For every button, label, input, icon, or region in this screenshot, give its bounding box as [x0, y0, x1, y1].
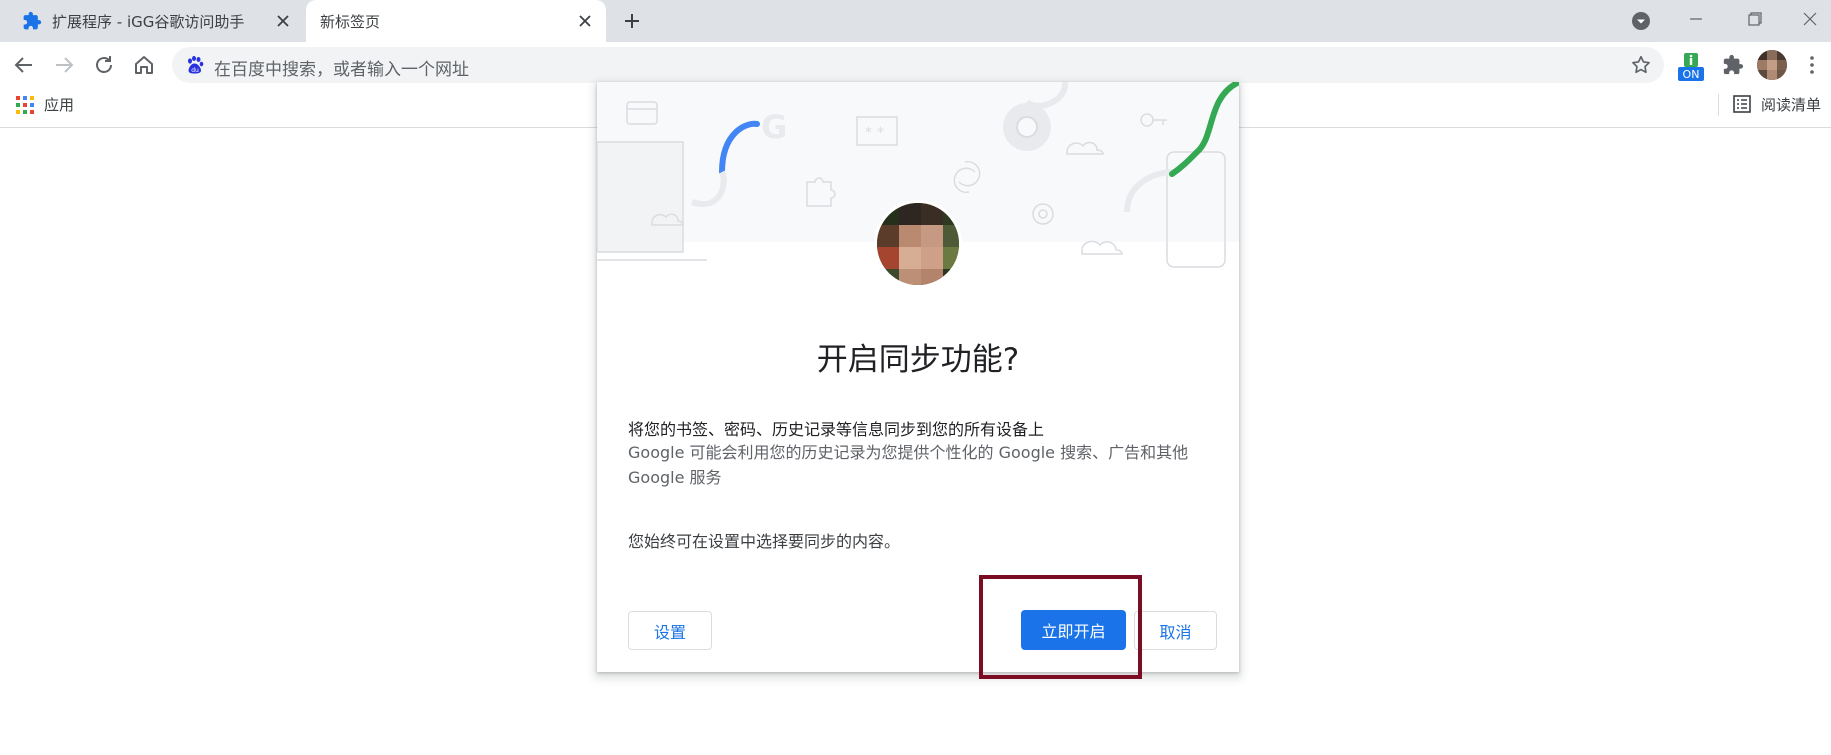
new-tab-plus-icon[interactable] [620, 9, 644, 33]
settings-button[interactable]: 设置 [628, 611, 712, 650]
window-close-icon[interactable] [1796, 6, 1824, 32]
tab-extensions[interactable]: 扩展程序 - iGG谷歌访问助手 [8, 0, 304, 42]
forward-arrow-icon[interactable] [52, 53, 76, 77]
sync-description: 将您的书签、密码、历史记录等信息同步到您的所有设备上 [628, 420, 1045, 439]
tab-title: 新标签页 [320, 13, 381, 31]
svg-text:*: * [865, 125, 872, 141]
sync-dialog: G * * 开启同步功能? 将您的书签、密码、历史记录等信息同步到您的所有设备上… [597, 82, 1239, 672]
profile-avatar-large [874, 200, 962, 288]
igg-extension-icon[interactable]: ON [1677, 53, 1705, 81]
reading-list-icon[interactable] [1732, 94, 1752, 114]
address-bar[interactable]: du 在百度中搜索，或者输入一个网址 [172, 47, 1664, 83]
more-menu-icon[interactable] [1800, 53, 1824, 77]
extensions-puzzle-icon[interactable] [1722, 54, 1744, 76]
apps-grid-icon[interactable] [16, 96, 34, 114]
tab-new-tab[interactable]: 新标签页 [306, 0, 606, 42]
apps-link[interactable]: 应用 [44, 94, 74, 115]
cancel-button[interactable]: 取消 [1134, 611, 1217, 650]
svg-text:G: G [761, 108, 787, 146]
minimize-icon[interactable] [1682, 6, 1710, 32]
reload-icon[interactable] [92, 53, 116, 77]
personalization-note: Google 可能会利用您的历史记录为您提供个性化的 Google 搜索、广告和… [628, 443, 1189, 487]
back-arrow-icon[interactable] [12, 53, 36, 77]
settings-note: 您始终可在设置中选择要同步的内容。 [628, 532, 901, 551]
profile-avatar[interactable] [1757, 50, 1787, 80]
bookmark-star-icon[interactable] [1630, 54, 1652, 76]
dialog-title: 开启同步功能? [816, 342, 1020, 378]
tab-strip: 扩展程序 - iGG谷歌访问助手 新标签页 [0, 0, 1831, 42]
extension-badge-text: ON [1683, 68, 1700, 81]
home-icon[interactable] [132, 53, 156, 77]
svg-text:du: du [191, 67, 199, 74]
divider [1718, 94, 1719, 116]
tab-search-icon[interactable] [1631, 11, 1651, 31]
reading-list-link[interactable]: 阅读清单 [1761, 94, 1821, 115]
restore-icon[interactable] [1740, 6, 1768, 32]
svg-text:*: * [877, 125, 884, 141]
close-tab-icon[interactable] [574, 10, 596, 32]
baidu-search-icon: du [185, 55, 205, 75]
tab-title: 扩展程序 - iGG谷歌访问助手 [52, 13, 245, 31]
close-tab-icon[interactable] [272, 10, 294, 32]
puzzle-icon [22, 11, 42, 31]
highlight-annotation [979, 575, 1142, 679]
address-bar-placeholder: 在百度中搜索，或者输入一个网址 [214, 60, 469, 80]
